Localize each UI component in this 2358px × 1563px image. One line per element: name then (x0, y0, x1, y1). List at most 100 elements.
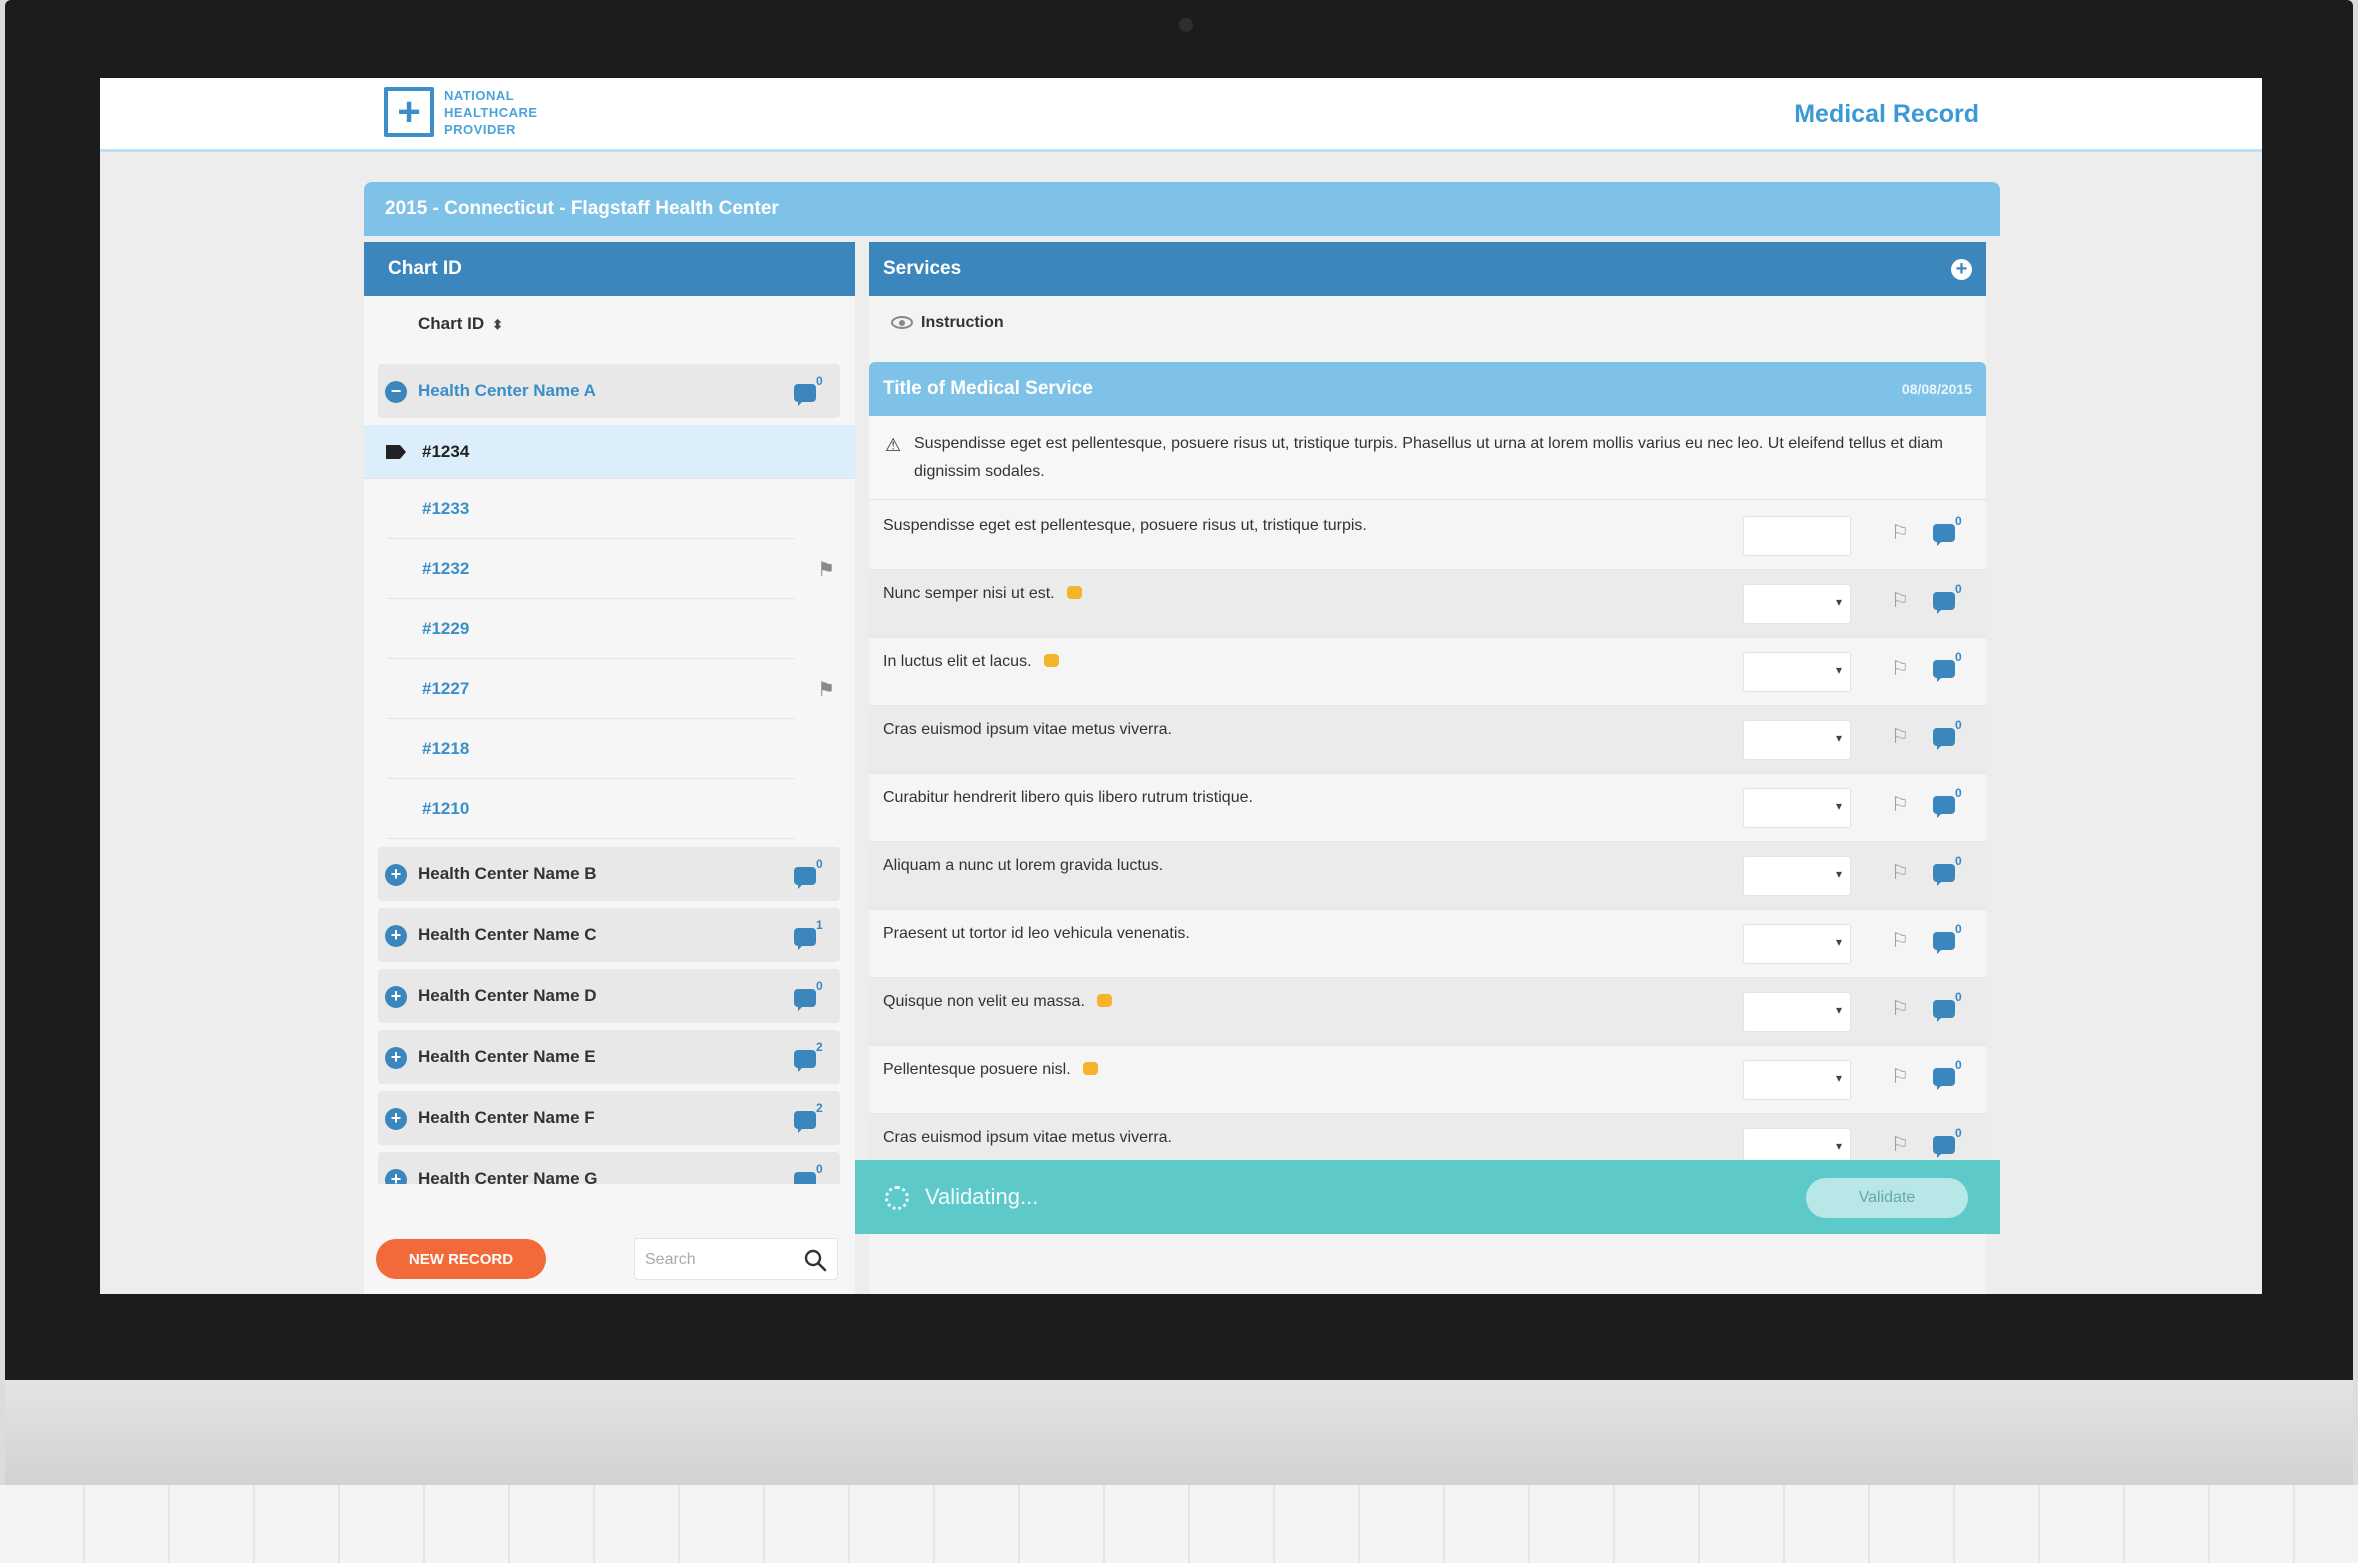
expand-icon[interactable]: + (385, 1169, 407, 1184)
comment-icon[interactable]: 0 (1933, 582, 1967, 616)
flag-icon[interactable]: ⚑ (817, 677, 835, 701)
answer-dropdown[interactable]: ▾ (1743, 992, 1851, 1032)
chevron-down-icon: ▾ (1835, 595, 1842, 609)
comment-icon[interactable]: 1 (794, 918, 828, 950)
comment-icon[interactable]: 0 (794, 1162, 828, 1184)
chart-id: #1233 (422, 499, 470, 518)
service-row: Curabitur hendrerit libero quis libero r… (869, 774, 1986, 842)
flag-icon[interactable]: ⚐ (1891, 588, 1909, 612)
note-icon[interactable] (1043, 654, 1059, 667)
note-icon[interactable] (1096, 994, 1112, 1007)
answer-dropdown[interactable]: ▾ (1743, 1060, 1851, 1100)
flag-icon[interactable]: ⚐ (1891, 860, 1909, 884)
health-center-item[interactable]: + Health Center Name E 2 (378, 1030, 840, 1084)
chart-row[interactable]: #1232 ⚑ (388, 539, 835, 599)
service-title: Title of Medical Service (883, 378, 1093, 399)
flag-icon[interactable]: ⚐ (1891, 792, 1909, 816)
comment-icon[interactable]: 2 (794, 1101, 828, 1133)
flag-icon[interactable]: ⚐ (1891, 1064, 1909, 1088)
note-icon[interactable] (1082, 1062, 1098, 1075)
answer-dropdown[interactable]: ▾ (1743, 924, 1851, 964)
comment-icon[interactable]: 0 (1933, 922, 1967, 956)
chart-panel: Chart ID Chart ID ⬍ − Health Center Name … (364, 242, 855, 1294)
add-service-icon[interactable]: + (1951, 259, 1972, 280)
comment-icon[interactable]: 0 (1933, 990, 1967, 1024)
instruction-toggle[interactable]: Instruction (869, 296, 1986, 350)
comment-icon[interactable]: 0 (1933, 786, 1967, 820)
service-row-text: Praesent ut tortor id leo vehicula venen… (883, 910, 1190, 958)
comment-icon[interactable]: 0 (1933, 718, 1967, 752)
search-box[interactable] (634, 1238, 838, 1280)
chart-row[interactable]: #1229 (388, 599, 795, 659)
comment-icon[interactable]: 0 (1933, 1126, 1967, 1160)
expand-icon[interactable]: + (385, 1047, 407, 1069)
comment-icon[interactable]: 0 (1933, 1058, 1967, 1092)
comment-icon[interactable]: 0 (794, 979, 828, 1011)
service-row-text: Pellentesque posuere nisl. (883, 1046, 1098, 1094)
service-row-label: Suspendisse eget est pellentesque, posue… (883, 517, 1367, 534)
new-record-button[interactable]: NEW RECORD (376, 1239, 546, 1279)
flag-icon[interactable]: ⚐ (1891, 996, 1909, 1020)
expand-icon[interactable]: + (385, 1108, 407, 1130)
comment-count: 0 (1955, 1058, 1962, 1072)
health-center-item[interactable]: + Health Center Name B 0 (378, 847, 840, 901)
record-banner: 2015 - Connecticut - Flagstaff Health Ce… (364, 182, 2000, 236)
answer-dropdown[interactable]: ▾ (1743, 584, 1851, 624)
sort-chart-id[interactable]: Chart ID ⬍ (364, 296, 855, 352)
chart-row[interactable]: #1210 (388, 779, 795, 839)
answer-dropdown[interactable]: ▾ (1743, 788, 1851, 828)
expand-icon[interactable]: + (385, 925, 407, 947)
health-center-item[interactable]: + Health Center Name F 2 (378, 1091, 840, 1145)
comment-icon[interactable]: 0 (794, 374, 828, 406)
sort-icon: ⬍ (492, 317, 504, 332)
flag-icon[interactable]: ⚐ (1891, 656, 1909, 680)
apple-logo-icon (1142, 1420, 1220, 1490)
service-row: Praesent ut tortor id leo vehicula venen… (869, 910, 1986, 978)
answer-dropdown[interactable]: ▾ (1743, 856, 1851, 896)
flag-icon[interactable]: ⚐ (1891, 1132, 1909, 1156)
health-center-item[interactable]: + Health Center Name C 1 (378, 908, 840, 962)
chart-id: #1232 (422, 559, 470, 578)
comment-count: 0 (1955, 922, 1962, 936)
service-row-label: Pellentesque posuere nisl. (883, 1061, 1071, 1078)
chart-row[interactable]: #1233 (388, 479, 795, 539)
collapse-icon[interactable]: − (385, 381, 407, 403)
validate-button[interactable]: Validate (1806, 1178, 1968, 1218)
services-title: Services (883, 258, 962, 279)
comment-icon[interactable]: 0 (794, 857, 828, 889)
expand-icon[interactable]: + (385, 864, 407, 886)
chart-row-selected[interactable]: #1234 (364, 425, 855, 479)
service-row-label: Cras euismod ipsum vitae metus viverra. (883, 721, 1172, 738)
flag-icon[interactable]: ⚐ (1891, 928, 1909, 952)
service-row-text: Aliquam a nunc ut lorem gravida luctus. (883, 842, 1163, 890)
top-bar: + NATIONAL HEALTHCARE PROVIDER Medical R… (100, 78, 2262, 152)
chart-row[interactable]: #1218 (388, 719, 795, 779)
health-center-item[interactable]: + Health Center Name D 0 (378, 969, 840, 1023)
health-center-a[interactable]: − Health Center Name A 0 (378, 364, 840, 418)
expand-icon[interactable]: + (385, 986, 407, 1008)
comment-count: 0 (816, 857, 823, 871)
search-icon[interactable] (803, 1248, 827, 1272)
health-center-item[interactable]: + Health Center Name G 0 (378, 1152, 840, 1184)
search-input[interactable] (645, 1247, 795, 1273)
comment-icon[interactable]: 0 (1933, 854, 1967, 888)
chevron-down-icon: ▾ (1835, 867, 1842, 881)
chart-id: #1229 (422, 619, 470, 638)
chart-row[interactable]: #1227 ⚑ (388, 659, 835, 719)
answer-input[interactable] (1743, 516, 1851, 556)
comment-icon[interactable]: 0 (1933, 514, 1967, 548)
service-row-label: Curabitur hendrerit libero quis libero r… (883, 789, 1253, 806)
flag-icon[interactable]: ⚐ (1891, 724, 1909, 748)
answer-dropdown[interactable]: ▾ (1743, 720, 1851, 760)
comment-icon[interactable]: 2 (794, 1040, 828, 1072)
service-row-text: Quisque non velit eu massa. (883, 978, 1112, 1026)
service-row-text: Suspendisse eget est pellentesque, posue… (883, 502, 1367, 550)
flag-icon[interactable]: ⚑ (817, 557, 835, 581)
note-icon[interactable] (1066, 586, 1082, 599)
answer-dropdown[interactable]: ▾ (1743, 652, 1851, 692)
comment-icon[interactable]: 0 (1933, 650, 1967, 684)
flag-icon[interactable]: ⚐ (1891, 520, 1909, 544)
chevron-down-icon: ▾ (1835, 1139, 1842, 1153)
comment-count: 0 (1955, 1126, 1962, 1140)
comment-count: 0 (1955, 786, 1962, 800)
